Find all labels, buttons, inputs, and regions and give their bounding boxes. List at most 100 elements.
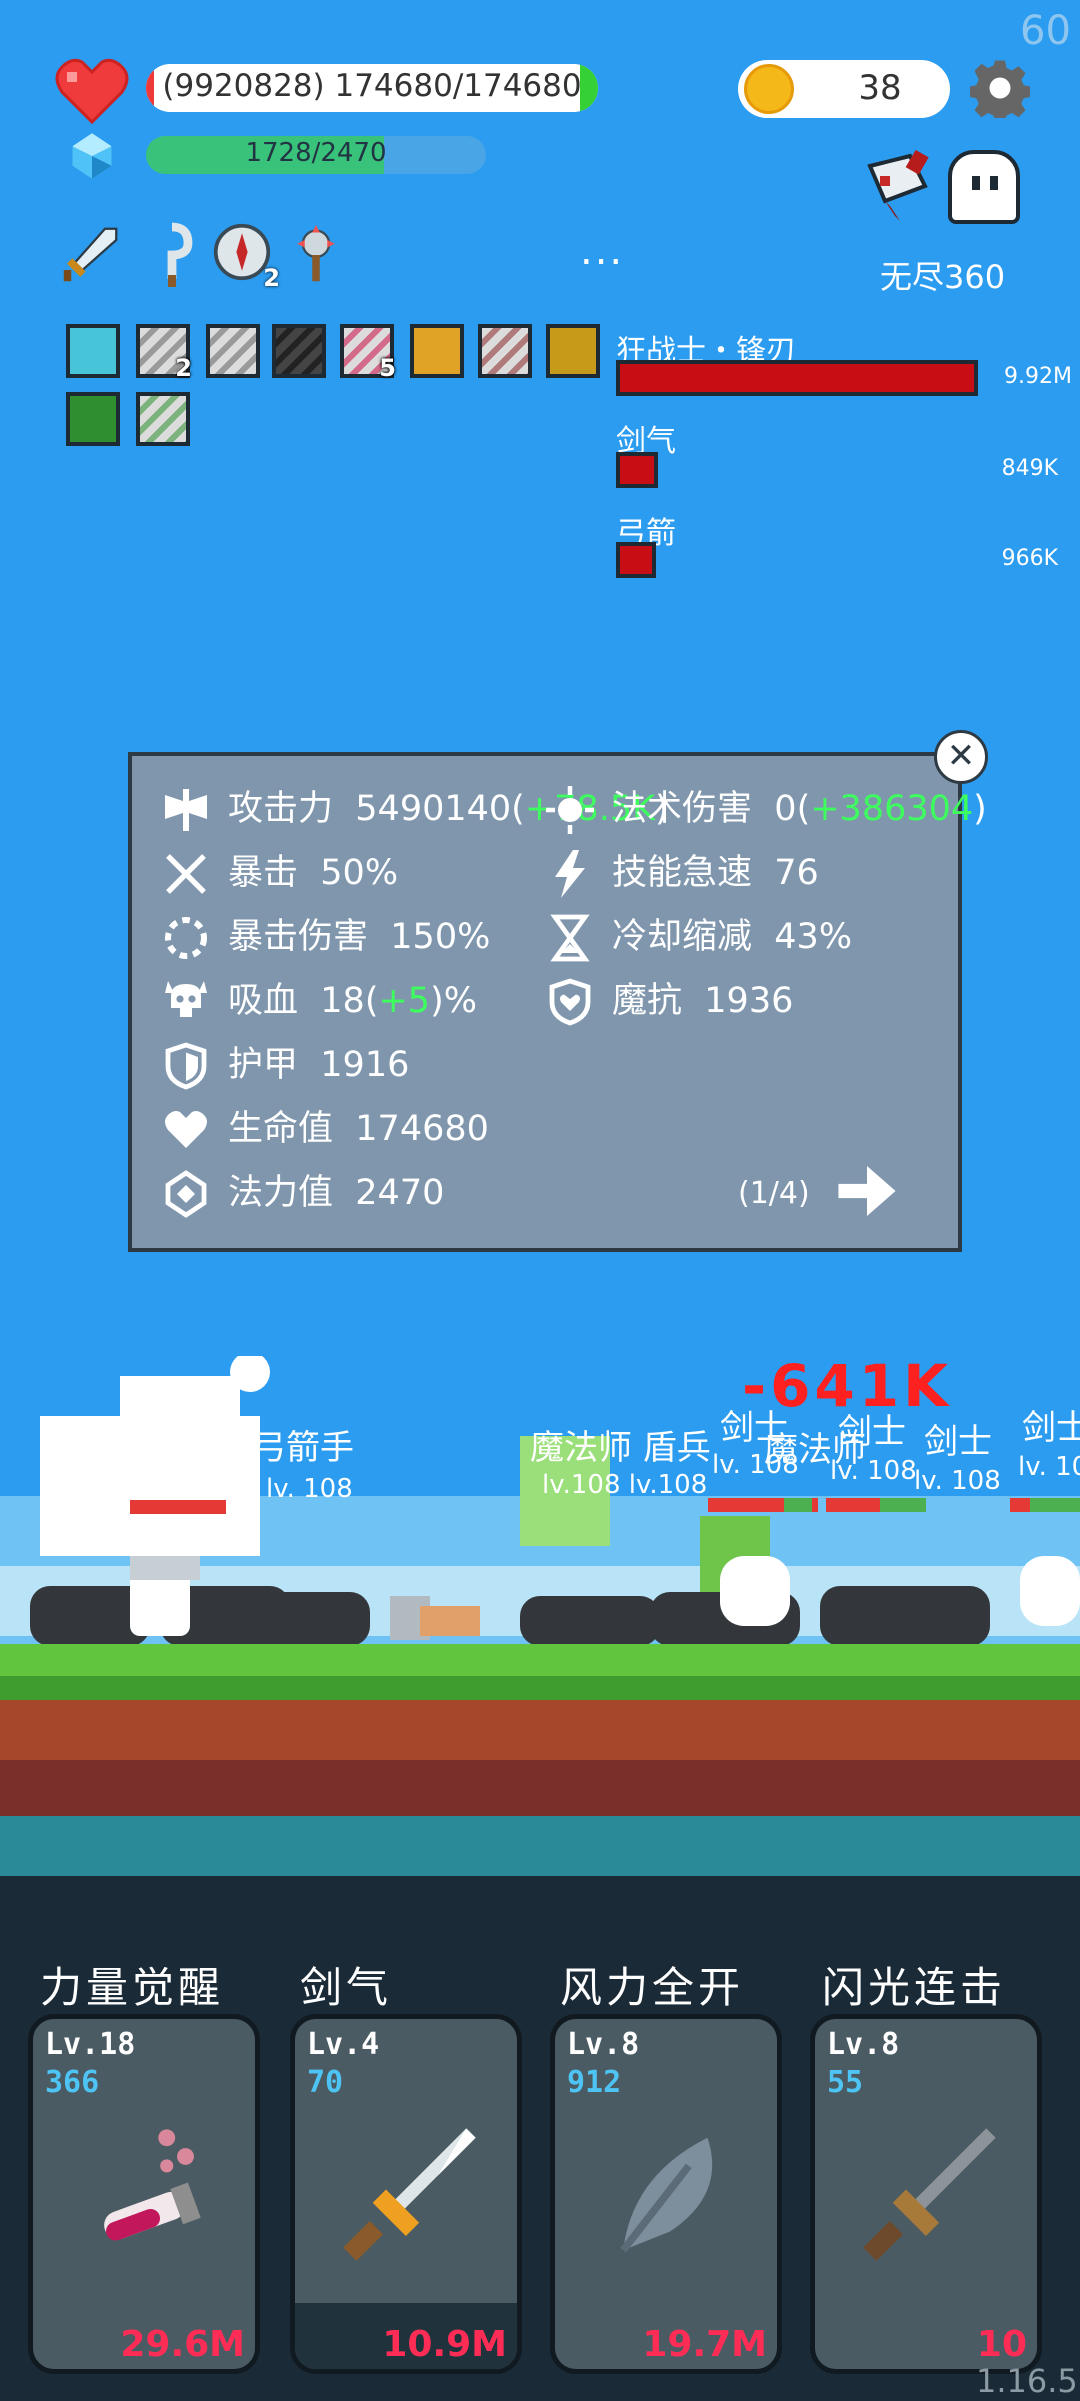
stat-health: 生命值 174680 [162, 1100, 489, 1154]
vampire-skull-icon [165, 981, 207, 1017]
enemy-level: lv. 108 [266, 1474, 353, 1504]
skull-buff-icon[interactable] [546, 324, 600, 378]
mana-gem-icon [72, 133, 112, 179]
close-button[interactable]: ✕ [934, 730, 988, 784]
damage-source-bar [616, 360, 978, 396]
skill-cost: 366 [45, 2065, 100, 2100]
mana-bar: 1728/2470 [146, 136, 486, 174]
damage-source-value: 966K [1001, 546, 1058, 571]
sword-icon[interactable] [60, 222, 120, 288]
cleaver-boss-icon [867, 149, 929, 221]
magic-shield-icon [549, 978, 591, 1026]
hourglass-icon [550, 914, 590, 962]
dark-blade-buff-icon[interactable] [272, 324, 326, 378]
stat-crit-damage: 暴击伤害 150% [162, 908, 490, 962]
ghost-avatar[interactable] [948, 150, 1020, 224]
stat-mana: 法力值 2470 [162, 1164, 444, 1218]
skill-cost: 912 [567, 2065, 622, 2100]
hp-text: (9920828) 174680/174680 [162, 68, 582, 104]
skill-level: Lv.18 [45, 2027, 136, 2062]
lightning-icon [555, 850, 585, 898]
enemy-name: 魔法师 盾兵 [530, 1428, 711, 1468]
crystal-icon [165, 1170, 207, 1218]
shield-icon [165, 1042, 207, 1090]
more-button[interactable]: ... [580, 228, 624, 274]
enemy-level: lv.108 lv.108 [542, 1470, 708, 1500]
next-page-arrow-icon[interactable] [838, 1166, 896, 1216]
enemy-level: lv. 108 [830, 1456, 917, 1486]
skill-card-sword-qi[interactable]: Lv.4 70 10.9M [290, 2014, 522, 2374]
skill-level: Lv.8 [827, 2027, 900, 2062]
water-strip [0, 1816, 1080, 1876]
axe-icon [165, 789, 207, 831]
skill-damage: 29.6M [120, 2324, 245, 2365]
stat-haste: 技能急速 76 [546, 844, 819, 898]
potion-icon [104, 2129, 201, 2241]
stat-crit: 暴击 50% [162, 844, 398, 898]
crit-icon [166, 854, 206, 894]
coin-count: 38 [858, 68, 902, 108]
stat-magic-resist: 魔抗 1936 [546, 972, 793, 1026]
skill-card-power-awakening[interactable]: Lv.18 366 29.6M [28, 2014, 260, 2374]
enemy-name: 剑士 [924, 1422, 992, 1462]
enemy-name: 弓箭手 [48, 1428, 150, 1468]
grass-edge [0, 1676, 1080, 1700]
dirt-layer [0, 1700, 1080, 1760]
blade-buff-icon[interactable] [206, 324, 260, 378]
skill-card-flash-combo[interactable]: Lv.8 55 10 [810, 2014, 1042, 2374]
page-indicator: (1/4) [738, 1176, 810, 1211]
skill-title: 剑气 [300, 1963, 393, 2012]
sword-icon [343, 2128, 476, 2261]
skill-card-full-wind[interactable]: Lv.8 912 19.7M [550, 2014, 782, 2374]
damage-source-bar [616, 452, 658, 488]
skill-cost: 70 [307, 2065, 344, 2100]
damage-source-value: 849K [1001, 456, 1058, 481]
skill-damage: 10 [976, 2324, 1027, 2365]
stat-lifesteal: 吸血 18(+5)% [162, 972, 477, 1026]
dirt-layer-dark [0, 1760, 1080, 1816]
run-buff-icon[interactable] [66, 392, 120, 446]
stat-cooldown: 冷却缩减 43% [546, 908, 852, 962]
sun-icon [546, 786, 594, 834]
enemy-level: lv. 10 [1018, 1452, 1080, 1482]
blade-buff-icon[interactable] [478, 324, 532, 378]
damage-source-bar [616, 542, 656, 578]
armor-buff-icon[interactable] [410, 324, 464, 378]
fps-counter: 60 [1020, 8, 1071, 54]
gear-icon[interactable] [970, 58, 1030, 118]
skill-title: 风力全开 [560, 1963, 745, 2012]
skill-level: Lv.8 [567, 2027, 640, 2062]
damage-source-value: 9.92M [1004, 364, 1072, 389]
mana-text: 1728/2470 [245, 138, 387, 168]
compass-count: 2 [263, 264, 280, 292]
light-buff-icon[interactable] [66, 324, 120, 378]
close-icon: ✕ [946, 736, 976, 776]
enemy-level: lv. 108 [914, 1466, 1001, 1496]
coin-icon [744, 64, 794, 114]
skill-level: Lv.4 [307, 2027, 380, 2062]
compass-item[interactable]: 2 [212, 222, 280, 292]
endless-mode-label: 无尽360 [880, 258, 1006, 296]
stat-magic-damage: 法术伤害 0(+386304) [546, 780, 987, 834]
skill-damage: 10.9M [382, 2324, 507, 2365]
skill-damage: 19.7M [642, 2324, 767, 2365]
version-label: 1.16.5 [976, 2362, 1078, 2400]
enemy-name: 剑士 [720, 1408, 788, 1448]
heart-icon [55, 58, 129, 125]
dagger-icon [863, 2128, 996, 2261]
enemy-name: 剑士 [838, 1412, 906, 1452]
stat-armor: 护甲 1916 [162, 1036, 409, 1090]
mace-icon[interactable] [286, 222, 346, 288]
enemy-name: 弓箭手 [252, 1428, 354, 1468]
skill-title: 闪光连击 [822, 1963, 1007, 2012]
blade-buff-icon[interactable]: 2 [136, 324, 192, 382]
enemy-level: lv. 108 [712, 1450, 799, 1480]
hp-bar: (9920828) 174680/174680 [146, 64, 598, 112]
enemy-name: 剑士 [1022, 1408, 1080, 1448]
blade-buff-icon[interactable]: 5 [340, 324, 396, 382]
skill-title: 力量觉醒 [40, 1963, 225, 2012]
heart-outline-icon [165, 1111, 207, 1148]
hook-icon[interactable] [148, 222, 196, 288]
skill-cost: 55 [827, 2065, 864, 2100]
blade-buff-icon[interactable] [136, 392, 190, 446]
